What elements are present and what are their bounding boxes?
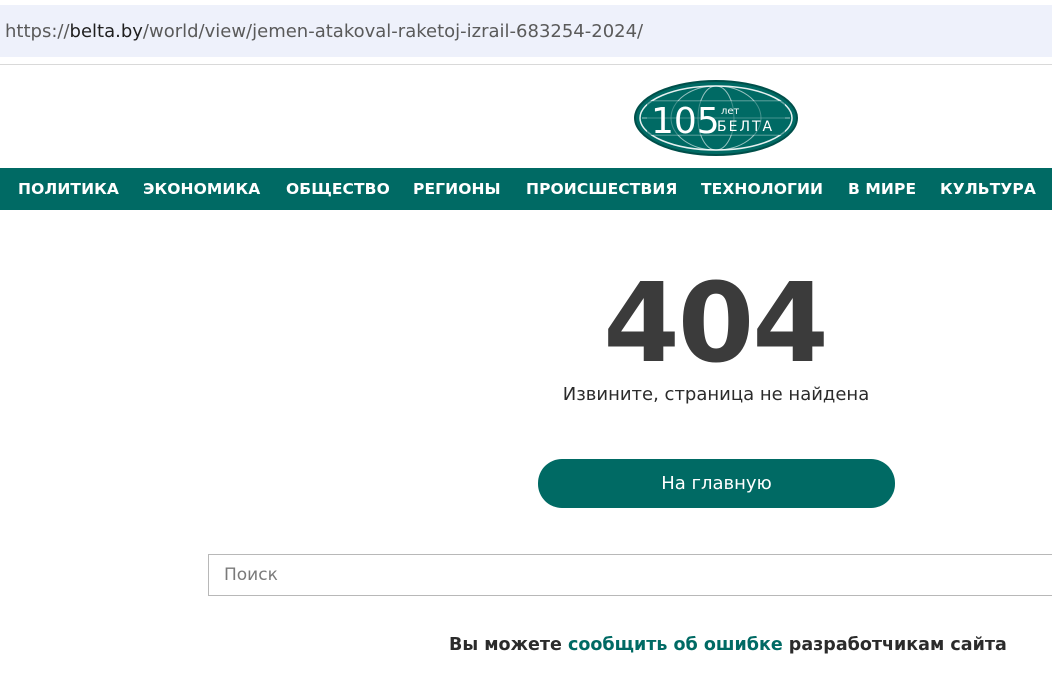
home-button[interactable]: На главную <box>538 459 895 508</box>
logo-small-text: лет <box>721 106 740 117</box>
logo-brand: БЕЛТА <box>717 119 774 135</box>
search-input[interactable] <box>208 554 1052 596</box>
address-bar[interactable]: https://belta.by/world/view/jemen-atakov… <box>0 5 1052 57</box>
nav-item-society[interactable]: ОБЩЕСТВО <box>286 168 390 210</box>
site-logo[interactable]: 105 лет БЕЛТА <box>633 79 799 157</box>
nav-item-world[interactable]: В МИРЕ <box>848 168 916 210</box>
url-scheme: https:// <box>5 20 70 42</box>
report-suffix: разработчикам сайта <box>782 635 1007 655</box>
nav-item-incidents[interactable]: ПРОИСШЕСТВИЯ <box>526 168 677 210</box>
report-prefix: Вы можете <box>449 635 568 655</box>
url-host: belta.by <box>69 20 143 42</box>
nav-item-politics[interactable]: ПОЛИТИКА <box>18 168 119 210</box>
address-bar-divider <box>0 64 1052 65</box>
error-message: Извините, страница не найдена <box>562 384 870 405</box>
logo-emblem: 105 лет БЕЛТА <box>634 80 798 156</box>
nav-item-technology[interactable]: ТЕХНОЛОГИИ <box>701 168 823 210</box>
url-path: /world/view/jemen-atakoval-raketoj-izrai… <box>142 20 644 42</box>
report-error-text: Вы можете сообщить об ошибке разработчик… <box>449 635 1007 655</box>
error-code: 404 <box>603 259 829 387</box>
main-nav: ПОЛИТИКА ЭКОНОМИКА ОБЩЕСТВО РЕГИОНЫ ПРОИ… <box>0 168 1052 210</box>
nav-item-regions[interactable]: РЕГИОНЫ <box>413 168 501 210</box>
logo-number: 105 <box>651 101 720 142</box>
report-error-link[interactable]: сообщить об ошибке <box>568 635 783 655</box>
nav-item-economy[interactable]: ЭКОНОМИКА <box>143 168 260 210</box>
page: https://belta.by/world/view/jemen-atakov… <box>0 0 1052 699</box>
nav-item-culture[interactable]: КУЛЬТУРА <box>940 168 1036 210</box>
